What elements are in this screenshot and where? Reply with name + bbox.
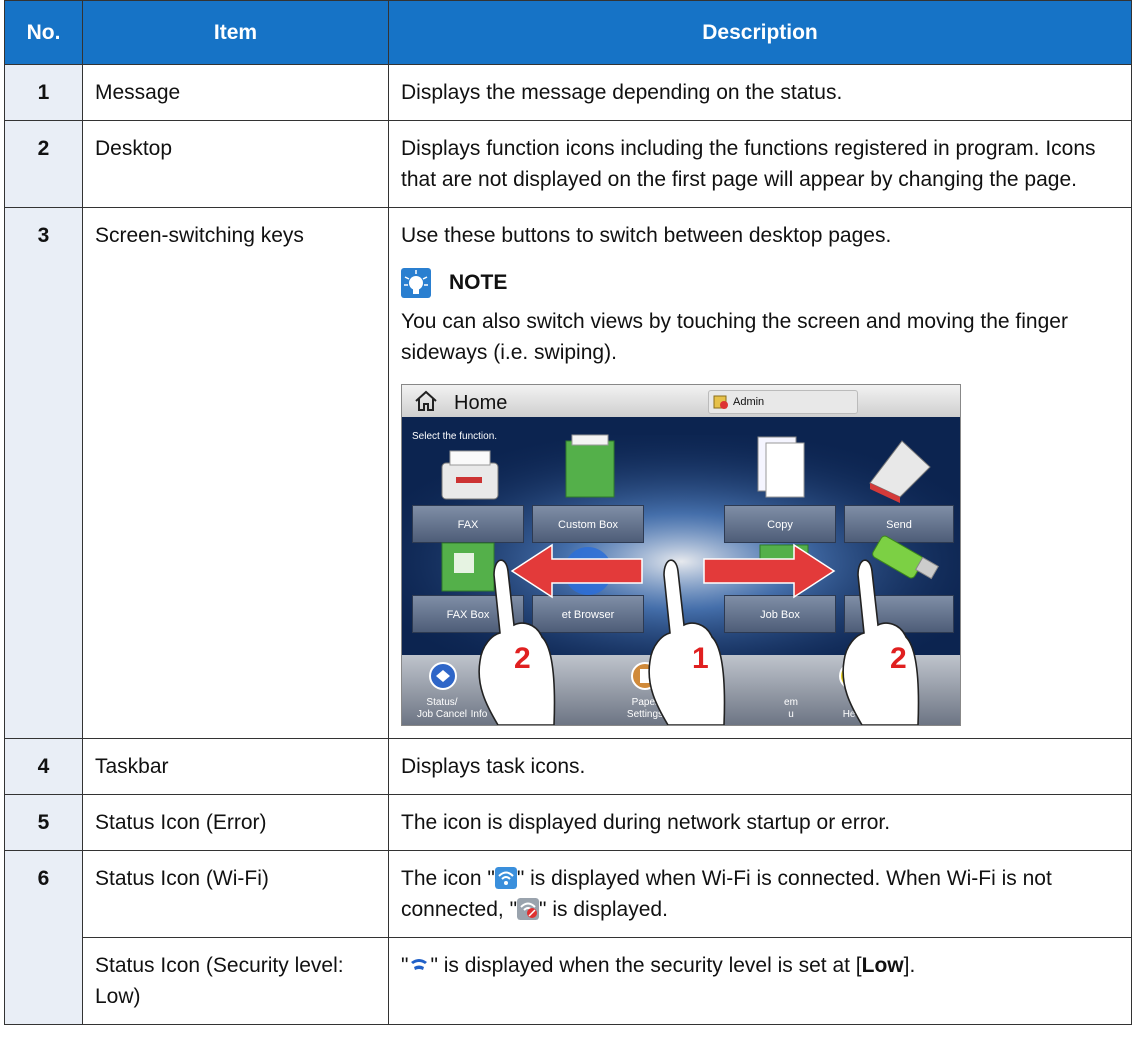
wifi-disconnected-icon: [517, 898, 540, 920]
row-item: Screen-switching keys: [82, 207, 389, 739]
desc-text-1: ": [401, 954, 409, 977]
note-heading: NOTE: [401, 267, 1119, 298]
table-row: 4 Taskbar Displays task icons.: [4, 738, 1132, 795]
fax-device-icon: [441, 450, 499, 500]
security-low-icon: [408, 954, 431, 976]
usb-memory-icon: [872, 535, 939, 580]
fax-box-device-icon: [441, 542, 495, 592]
desc-text-3: ].: [903, 954, 916, 977]
header-description: Description: [388, 0, 1132, 65]
table-row: 5 Status Icon (Error) The icon is displa…: [4, 794, 1132, 851]
row-number: 5: [4, 794, 83, 851]
row-item: Status Icon (Wi-Fi): [82, 850, 389, 938]
row-item: Status Icon (Error): [82, 794, 389, 851]
desc-bold-low: Low: [861, 954, 904, 977]
note-title: NOTE: [449, 271, 508, 294]
desc-text-2: " is displayed when the security level i…: [430, 954, 862, 977]
row-description: " " is displayed when the security level …: [388, 937, 1132, 1025]
desc-text-3: " is displayed.: [539, 898, 668, 921]
row-item: Taskbar: [82, 738, 389, 795]
row-description: The icon " " is displayed when Wi-Fi is c…: [388, 850, 1132, 938]
wifi-connected-icon: [494, 867, 517, 889]
gesture-label-center: 1: [692, 642, 709, 675]
row-item: Message: [82, 64, 389, 121]
row-number: 1: [4, 64, 83, 121]
table-row: 3 Screen-switching keys Use these button…: [4, 207, 1132, 739]
row-number: 4: [4, 738, 83, 795]
note-lightbulb-icon: [401, 267, 431, 298]
header-no: No.: [4, 0, 83, 65]
custom-box-device-icon: [565, 434, 615, 498]
gesture-overlay: [441, 434, 939, 725]
row-description: Use these buttons to switch between desk…: [388, 207, 1132, 739]
row-description-text: Use these buttons to switch between desk…: [401, 224, 892, 247]
row-number: 2: [4, 120, 83, 208]
copy-document-icon: [757, 436, 805, 498]
table-row: 1 Message Displays the message depending…: [4, 64, 1132, 121]
row-description: Displays task icons.: [388, 738, 1132, 795]
note-text: You can also switch views by touching th…: [401, 310, 1068, 364]
row-item: Status Icon (Security level: Low): [82, 937, 389, 1025]
row-number: 6: [4, 850, 83, 938]
row-description: Displays function icons including the fu…: [388, 120, 1132, 208]
home-screen-illustration: Home Admin Select the function.: [401, 384, 961, 726]
header-item: Item: [82, 0, 389, 65]
table-header-row: No. Item Description: [4, 0, 1132, 65]
row-number: 3: [4, 207, 83, 739]
table-row: 2 Desktop Displays function icons includ…: [4, 120, 1132, 208]
description-table: No. Item Description 1 Message Displays …: [4, 0, 1132, 1025]
row-description: The icon is displayed during network sta…: [388, 794, 1132, 851]
send-device-icon: [869, 440, 931, 503]
row-description: Displays the message depending on the st…: [388, 64, 1132, 121]
gesture-label-left: 2: [514, 642, 531, 675]
row-item: Desktop: [82, 120, 389, 208]
gesture-label-right: 2: [890, 642, 907, 675]
table-row: Status Icon (Security level: Low) " " is …: [4, 937, 1132, 1025]
desc-text-1: The icon ": [401, 867, 495, 890]
table-row: 6 Status Icon (Wi-Fi) The icon " " is dis…: [4, 850, 1132, 938]
